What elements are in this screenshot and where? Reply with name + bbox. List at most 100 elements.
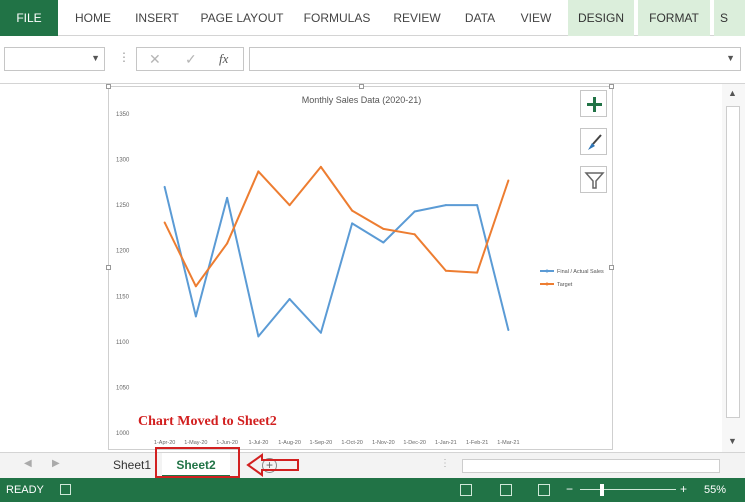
tab-design[interactable]: DESIGN [568, 0, 634, 36]
name-box[interactable]: ▼ [4, 47, 105, 71]
status-ready: READY [6, 484, 44, 496]
tab-page-layout[interactable]: PAGE LAYOUT [194, 0, 290, 36]
data-point [257, 170, 260, 173]
data-point [194, 285, 197, 288]
worksheet-area[interactable]: Monthly Sales Data (2020-21) 1000 1050 110… [0, 84, 745, 452]
chart-filters-button[interactable] [580, 166, 607, 193]
legend-label: Final / Actual Sales [557, 269, 604, 275]
x-tick-label: 1-Jan-21 [435, 440, 457, 446]
x-tick-label: 1-Aug-20 [278, 440, 301, 446]
zoom-slider[interactable] [580, 489, 676, 490]
y-tick-label: 1150 [116, 294, 130, 300]
data-point [319, 165, 322, 168]
legend-marker [545, 282, 549, 286]
scrollbar-thumb[interactable] [726, 106, 740, 418]
tab-view[interactable]: VIEW [512, 0, 560, 36]
y-tick-label: 1200 [116, 249, 130, 255]
zoom-in-icon[interactable]: + [680, 482, 687, 496]
data-point [382, 241, 385, 244]
zoom-level[interactable]: 55% [704, 484, 726, 496]
filter-icon [584, 172, 605, 189]
x-tick-label: 1-May-20 [184, 440, 207, 446]
annotation-caption: Chart Moved to Sheet2 [138, 414, 277, 429]
tab-data[interactable]: DATA [456, 0, 504, 36]
legend-label: Target [557, 282, 573, 288]
sheet-tab-sheet1[interactable]: Sheet1 [104, 453, 160, 477]
paintbrush-icon [588, 134, 602, 150]
data-point [476, 271, 479, 274]
chevron-down-icon[interactable]: ▼ [726, 53, 735, 63]
resize-handle[interactable] [106, 265, 111, 270]
tab-insert[interactable]: INSERT [128, 0, 186, 36]
chevron-down-icon[interactable]: ▼ [91, 53, 100, 63]
scroll-down-icon[interactable]: ▼ [728, 436, 737, 446]
zoom-out-icon[interactable]: − [566, 482, 573, 496]
check-icon[interactable]: ✓ [185, 51, 197, 68]
prev-sheet-icon[interactable]: ◀ [24, 458, 32, 469]
tab-formulas[interactable]: FORMULAS [298, 0, 376, 36]
x-tick-label: 1-Apr-20 [154, 440, 175, 446]
data-point [163, 221, 166, 224]
data-point [319, 331, 322, 334]
series-line-0 [163, 186, 510, 338]
data-point [444, 269, 447, 272]
x-tick-label: 1-Mar-21 [497, 440, 519, 446]
horizontal-scrollbar[interactable] [462, 459, 720, 473]
drag-handle-icon[interactable]: ⋮ [118, 50, 130, 64]
data-point [163, 185, 166, 188]
ribbon-tabs: FILE HOME INSERT PAGE LAYOUT FORMULAS RE… [0, 0, 745, 36]
resize-handle[interactable] [609, 84, 614, 89]
data-point [476, 204, 479, 207]
data-point [288, 204, 291, 207]
x-tick-label: 1-Jun-20 [216, 440, 238, 446]
formula-bar: ▼ ⋮ ✕ ✓ fx ▼ [0, 36, 745, 84]
cancel-icon[interactable]: ✕ [149, 51, 161, 68]
zoom-slider-thumb[interactable] [600, 484, 604, 496]
more-options-icon[interactable]: ⋮ [440, 458, 450, 469]
arrow-left-icon [246, 453, 299, 477]
status-bar: READY − + 55% [0, 478, 745, 502]
data-point [413, 210, 416, 213]
tab-truncated[interactable]: S [714, 0, 745, 36]
data-point [507, 329, 510, 332]
x-tick-label: 1-Oct-20 [341, 440, 362, 446]
resize-handle[interactable] [106, 84, 111, 89]
page-layout-icon[interactable] [500, 484, 512, 496]
x-tick-label: 1-Jul-20 [248, 440, 268, 446]
resize-handle[interactable] [609, 265, 614, 270]
scroll-up-icon[interactable]: ▲ [728, 88, 737, 98]
tab-file[interactable]: FILE [0, 0, 58, 36]
page-break-icon[interactable] [538, 484, 550, 496]
highlight-box [155, 447, 240, 478]
y-tick-label: 1100 [116, 340, 130, 346]
chart-styles-button[interactable] [580, 128, 607, 155]
data-point [382, 227, 385, 230]
y-tick-label: 1350 [116, 112, 130, 118]
resize-handle[interactable] [359, 84, 364, 89]
data-point [226, 196, 229, 199]
y-tick-label: 1300 [116, 158, 130, 164]
x-tick-label: 1-Sep-20 [310, 440, 333, 446]
chart-area[interactable]: Monthly Sales Data (2020-21) 1000 1050 110… [106, 84, 614, 450]
normal-view-icon[interactable] [460, 484, 472, 496]
data-point [194, 315, 197, 318]
data-point [351, 222, 354, 225]
formula-input[interactable]: ▼ [249, 47, 741, 71]
data-point [413, 233, 416, 236]
data-point [226, 242, 229, 245]
formula-buttons: ✕ ✓ fx [136, 47, 244, 71]
next-sheet-icon[interactable]: ▶ [52, 458, 60, 469]
tab-format[interactable]: FORMAT [638, 0, 710, 36]
macro-record-icon[interactable] [60, 484, 71, 495]
vertical-scrollbar[interactable]: ▲ ▼ [722, 84, 745, 452]
series-line-1 [163, 165, 510, 288]
chart-elements-button[interactable] [580, 90, 607, 117]
fx-icon[interactable]: fx [219, 51, 228, 67]
tab-review[interactable]: REVIEW [386, 0, 448, 36]
sheet-tabs-bar: ◀ ▶ Sheet1 Sheet2 + ⋮ [0, 452, 745, 478]
plus-icon [587, 97, 602, 112]
data-point [507, 179, 510, 182]
legend-marker [545, 269, 549, 273]
tab-home[interactable]: HOME [64, 0, 122, 36]
y-tick-label: 1250 [116, 203, 130, 209]
